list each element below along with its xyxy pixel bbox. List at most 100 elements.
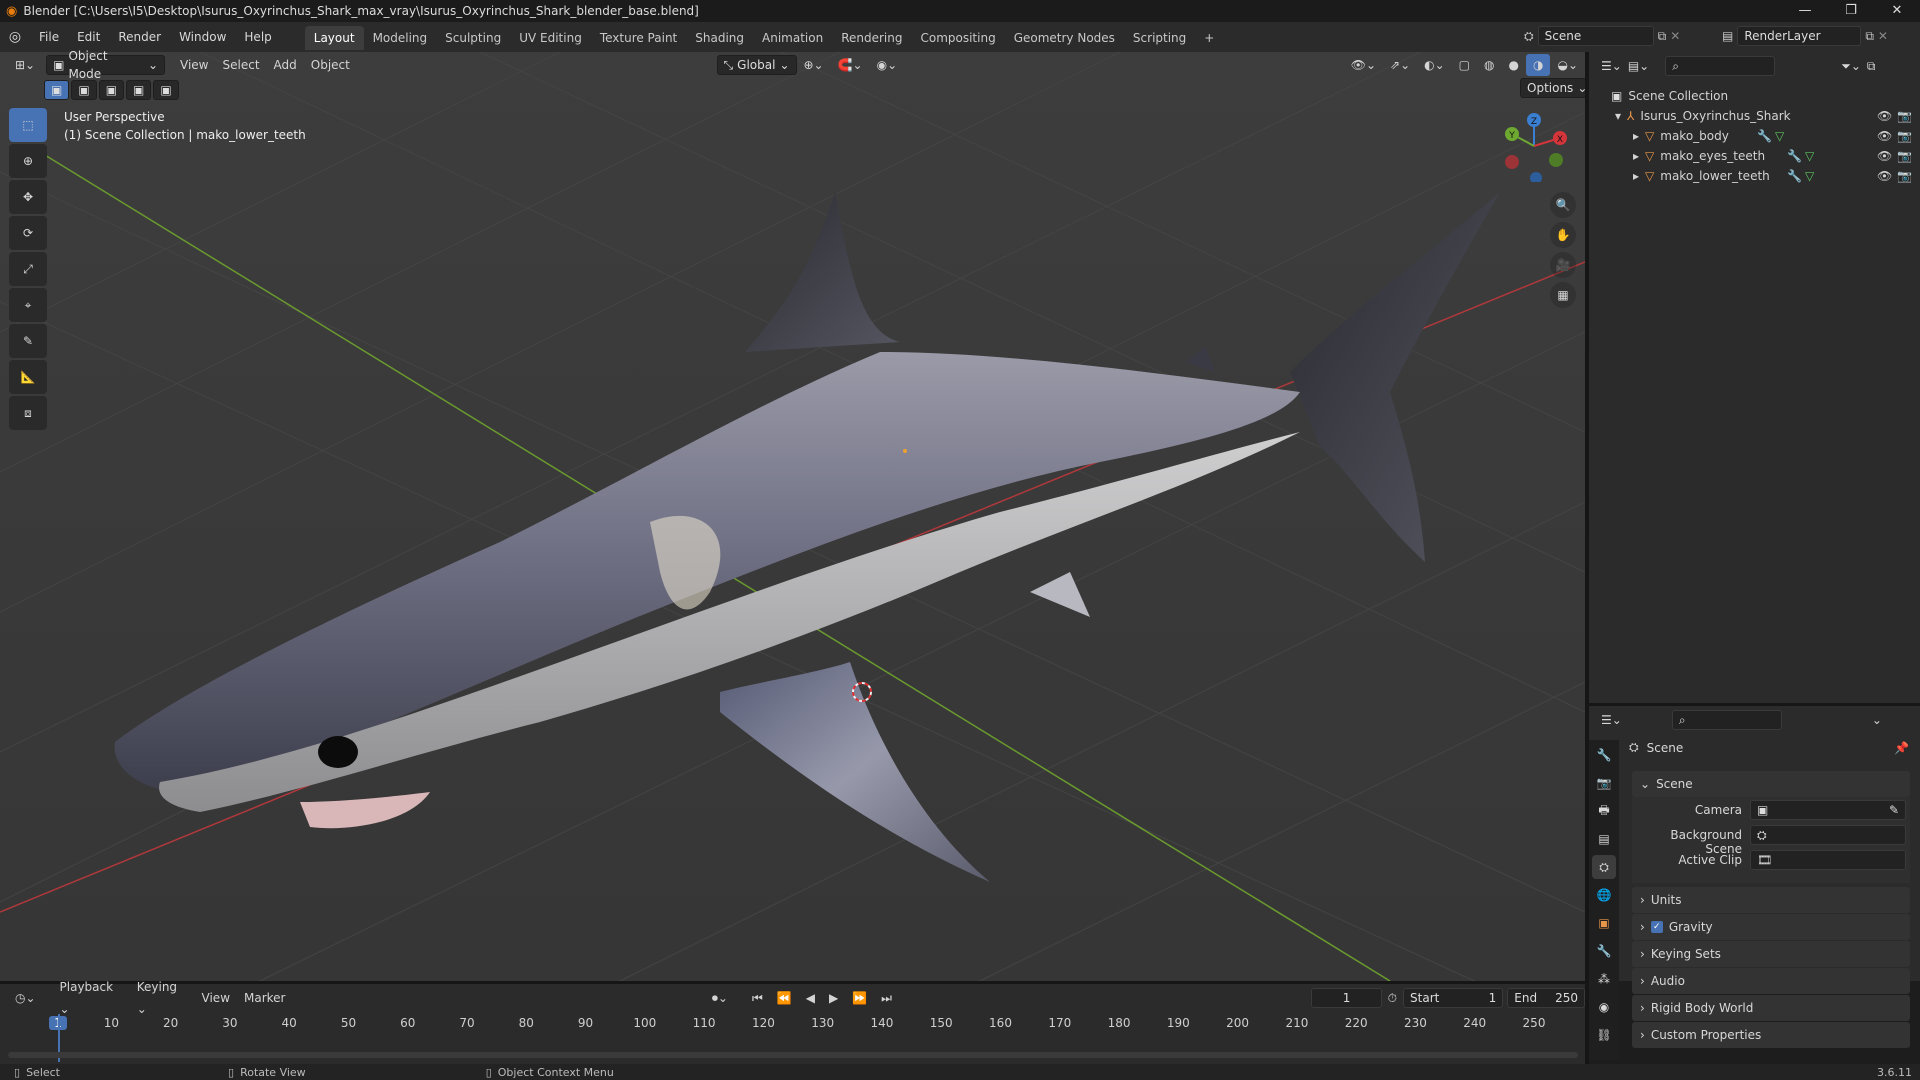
annotate-tool-icon[interactable]: ✎ <box>9 324 47 358</box>
tab-texture-paint[interactable]: Texture Paint <box>591 26 686 50</box>
camera-field[interactable]: ▣ ✎ <box>1750 800 1906 820</box>
select-extend-icon[interactable]: ▣ <box>71 80 97 100</box>
timeline-editor-icon[interactable]: ◷⌄ <box>8 987 43 1009</box>
wireframe-shading-icon[interactable]: ◍ <box>1477 54 1501 76</box>
render-camera-icon[interactable]: 📷 <box>1897 169 1912 183</box>
end-frame-field[interactable]: End 250 <box>1507 988 1585 1008</box>
object-tab-icon[interactable]: ▣ <box>1592 911 1616 935</box>
gizmo-toggle-icon[interactable]: ⇗⌄ <box>1383 54 1417 76</box>
filter-icon[interactable]: ⏷⌄ <box>1841 59 1861 74</box>
outliner-editor-icon[interactable]: ☰⌄ <box>1601 59 1622 73</box>
constraints-tab-icon[interactable]: ⛓ <box>1592 1023 1616 1047</box>
view-layer-tab-icon[interactable]: ▤ <box>1592 827 1616 851</box>
tab-geometry-nodes[interactable]: Geometry Nodes <box>1005 26 1124 50</box>
select-box-tool-icon[interactable]: ⬚ <box>9 108 47 142</box>
modifier-wrench-icon[interactable]: 🔧 <box>1787 169 1802 183</box>
jump-keyframe-forward-icon[interactable]: ⏩ <box>845 987 874 1009</box>
tab-modeling[interactable]: Modeling <box>364 26 437 50</box>
eyedropper-icon[interactable]: ✎ <box>1889 801 1899 819</box>
solid-shading-icon[interactable]: ● <box>1502 54 1526 76</box>
add-cube-tool-icon[interactable]: ⧈ <box>9 396 47 430</box>
start-frame-field[interactable]: Start 1 <box>1403 988 1504 1008</box>
tab-compositing[interactable]: Compositing <box>911 26 1004 50</box>
menu-add[interactable]: Add <box>267 54 304 76</box>
tab-rendering[interactable]: Rendering <box>832 26 911 50</box>
audio-panel-header[interactable]: › Audio <box>1632 968 1910 994</box>
measure-tool-icon[interactable]: 📐 <box>9 360 47 394</box>
mesh-data-icon[interactable]: ▽ <box>1805 149 1814 163</box>
play-reverse-icon[interactable]: ◀ <box>799 987 822 1009</box>
add-workspace-button[interactable]: + <box>1195 26 1223 50</box>
jump-end-icon[interactable]: ⏭ <box>874 987 899 1009</box>
delete-scene-icon[interactable]: ✕ <box>1670 29 1680 43</box>
ortho-grid-icon[interactable]: ▦ <box>1550 282 1576 308</box>
tab-shading[interactable]: Shading <box>686 26 753 50</box>
menu-object[interactable]: Object <box>304 54 357 76</box>
menu-file[interactable]: File <box>30 22 68 52</box>
visibility-eye-icon[interactable]: 👁 <box>1877 129 1892 143</box>
properties-search-input[interactable]: ⌕ <box>1671 710 1782 730</box>
chevron-down-icon[interactable]: ⌄ <box>1872 713 1882 727</box>
menu-view[interactable]: View <box>173 54 215 76</box>
options-dropdown[interactable]: Options ⌄ <box>1520 78 1585 98</box>
pan-hand-icon[interactable]: ✋ <box>1550 222 1576 248</box>
minimize-button[interactable]: — <box>1782 0 1828 22</box>
jump-start-icon[interactable]: ⏮ <box>745 987 770 1009</box>
expand-arrow-icon[interactable]: ▸ <box>1633 169 1639 183</box>
move-tool-icon[interactable]: ✥ <box>9 180 47 214</box>
navigation-gizmo[interactable]: Z X Y <box>1498 110 1570 182</box>
scene-panel-header[interactable]: ⌄ Scene <box>1632 771 1910 797</box>
tool-tab-icon[interactable]: 🔧 <box>1592 743 1616 767</box>
modifier-tab-icon[interactable]: 🔧 <box>1592 939 1616 963</box>
outliner-search-input[interactable]: ⌕ <box>1665 56 1776 76</box>
menu-marker[interactable]: Marker <box>237 987 292 1009</box>
menu-timeline-view[interactable]: View <box>195 987 237 1009</box>
gravity-panel-header[interactable]: › ✓ Gravity <box>1632 914 1910 940</box>
mesh-data-icon[interactable]: ▽ <box>1805 169 1814 183</box>
close-button[interactable]: ✕ <box>1874 0 1920 22</box>
material-shading-icon[interactable]: ◑ <box>1525 54 1551 76</box>
blender-menu-icon[interactable]: ◎ <box>0 29 30 45</box>
rigid-body-world-panel-header[interactable]: › Rigid Body World <box>1632 995 1910 1021</box>
menu-window[interactable]: Window <box>170 22 235 52</box>
zoom-icon[interactable]: 🔍 <box>1550 192 1576 218</box>
outliner-row-object[interactable]: ▸ ▽ mako_eyes_teeth 🔧 ▽ 👁 📷 <box>1589 146 1920 166</box>
view-layer-field[interactable]: RenderLayer <box>1737 26 1862 46</box>
play-icon[interactable]: ▶ <box>822 987 845 1009</box>
outliner-row-collection[interactable]: ▾ ⅄ Isurus_Oxyrinchus_Shark 👁 📷 <box>1589 106 1920 126</box>
outliner-row-scene-collection[interactable]: ▣ Scene Collection <box>1589 86 1920 106</box>
scene-tab-icon[interactable]: ⛭ <box>1592 855 1616 879</box>
camera-view-icon[interactable]: 🎥 <box>1550 252 1576 278</box>
current-frame-field[interactable]: 1 <box>1311 988 1382 1008</box>
scene-field[interactable]: Scene <box>1537 26 1654 46</box>
transform-tool-icon[interactable]: ⌖ <box>9 288 47 322</box>
visibility-eye-icon[interactable]: 👁 <box>1877 169 1892 183</box>
xray-icon[interactable]: ▢ <box>1452 54 1477 76</box>
select-intersect-icon[interactable]: ▣ <box>153 80 179 100</box>
display-mode-icon[interactable]: ▤⌄ <box>1628 59 1649 73</box>
outliner-row-object[interactable]: ▸ ▽ mako_lower_teeth 🔧 ▽ 👁 📷 <box>1589 166 1920 186</box>
scale-tool-icon[interactable]: ⤢ <box>9 252 47 286</box>
jump-keyframe-back-icon[interactable]: ⏪ <box>770 987 799 1009</box>
particles-tab-icon[interactable]: ⁂ <box>1592 967 1616 991</box>
render-camera-icon[interactable]: 📷 <box>1897 129 1912 143</box>
menu-select[interactable]: Select <box>216 54 267 76</box>
3d-viewport[interactable]: User Perspective (1) Scene Collection | … <box>0 52 1585 981</box>
pin-icon[interactable]: 📌 <box>1894 741 1909 755</box>
mode-dropdown[interactable]: ▣ Object Mode ⌄ <box>46 49 166 81</box>
select-subtract-icon[interactable]: ▣ <box>98 80 125 100</box>
transform-orientation-dropdown[interactable]: ⤡ Global ⌄ <box>716 55 797 75</box>
select-invert-icon[interactable]: ▣ <box>126 80 152 100</box>
rotate-tool-icon[interactable]: ⟳ <box>9 216 47 250</box>
tab-sculpting[interactable]: Sculpting <box>436 26 510 50</box>
select-new-icon[interactable]: ▣ <box>44 80 70 100</box>
view-layer-icon[interactable]: ▤ <box>1722 29 1733 43</box>
world-tab-icon[interactable]: 🌐 <box>1592 883 1616 907</box>
properties-editor-icon[interactable]: ☰⌄ <box>1601 713 1622 727</box>
mesh-data-icon[interactable]: ▽ <box>1775 129 1784 143</box>
menu-help[interactable]: Help <box>235 22 280 52</box>
expand-arrow-icon[interactable]: ▸ <box>1633 149 1639 163</box>
modifier-wrench-icon[interactable]: 🔧 <box>1757 129 1772 143</box>
new-collection-icon[interactable]: ⧉ <box>1867 59 1876 74</box>
active-clip-field[interactable]: 🎞 <box>1750 850 1906 870</box>
